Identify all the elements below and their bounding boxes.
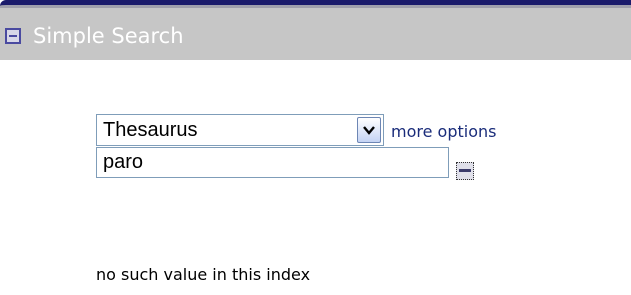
status-message: no such value in this index: [96, 265, 311, 284]
chevron-down-icon[interactable]: [357, 117, 381, 143]
more-options-link[interactable]: more options: [391, 122, 496, 142]
panel-title: Simple Search: [33, 24, 184, 48]
index-select-value: Thesaurus: [103, 119, 198, 141]
collapse-icon[interactable]: [5, 28, 21, 44]
lookup-icon[interactable]: [456, 162, 474, 180]
index-select[interactable]: Thesaurus: [96, 114, 384, 146]
panel-header-shade: [0, 5, 631, 8]
search-input[interactable]: [96, 147, 449, 178]
panel-header: Simple Search: [0, 0, 631, 60]
